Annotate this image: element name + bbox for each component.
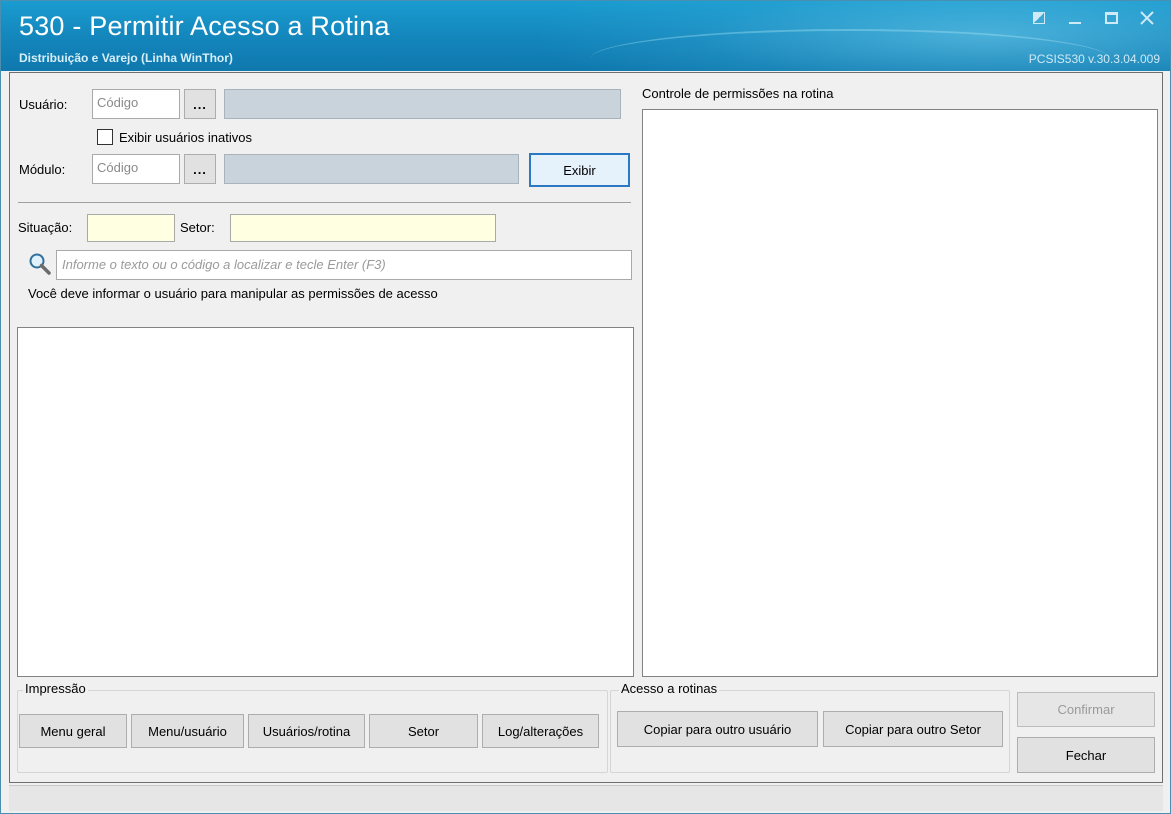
maximize-icon	[1104, 12, 1118, 24]
situacao-input[interactable]	[87, 214, 175, 242]
divider	[18, 202, 631, 203]
access-group-title: Acesso a rotinas	[619, 681, 720, 696]
print-menu-geral-button[interactable]: Menu geral	[19, 714, 127, 748]
print-log-label: Log/alterações	[497, 723, 584, 739]
print-setor-label: Setor	[407, 723, 440, 739]
user-label: Usuário:	[19, 97, 68, 112]
print-menu-geral-label: Menu geral	[40, 723, 106, 739]
setor-label: Setor:	[180, 220, 215, 235]
user-code-input[interactable]: Código	[92, 89, 180, 119]
print-menu-usuario-label: Menu/usuário	[148, 723, 227, 739]
copy-to-user-button[interactable]: Copiar para outro usuário	[617, 711, 818, 747]
window-controls	[1030, 9, 1156, 27]
close-button[interactable]: Fechar	[1017, 737, 1155, 773]
print-usuarios-rotina-label: Usuários/rotina	[262, 723, 351, 739]
module-description-field	[224, 154, 519, 184]
show-inactive-checkbox[interactable]	[97, 129, 113, 145]
routines-list-panel[interactable]	[17, 327, 634, 677]
app-window: 530 - Permitir Acesso a Rotina Distribui…	[0, 0, 1171, 814]
copy-to-sector-label: Copiar para outro Setor	[845, 721, 981, 737]
module-label: Módulo:	[19, 162, 66, 177]
copy-to-user-label: Copiar para outro usuário	[643, 721, 792, 737]
search-input[interactable]: Informe o texto ou o código a localizar …	[56, 250, 632, 280]
maximize-button[interactable]	[1102, 9, 1120, 27]
version-label: PCSIS530 v.30.3.04.009	[1028, 52, 1160, 66]
confirm-button[interactable]: Confirmar	[1017, 692, 1155, 727]
print-setor-button[interactable]: Setor	[369, 714, 478, 748]
module-lookup-button[interactable]: ...	[184, 154, 216, 184]
title-bar[interactable]: 530 - Permitir Acesso a Rotina Distribui…	[1, 1, 1170, 71]
print-menu-usuario-button[interactable]: Menu/usuário	[131, 714, 244, 748]
setor-input[interactable]	[230, 214, 496, 242]
show-button-label: Exibir	[563, 162, 596, 178]
info-message: Você deve informar o usuário para manipu…	[28, 286, 438, 301]
close-window-button[interactable]	[1138, 9, 1156, 27]
minimize-icon	[1069, 22, 1081, 24]
search-icon[interactable]	[28, 252, 52, 276]
permissions-panel[interactable]	[642, 109, 1158, 677]
close-label: Fechar	[1065, 747, 1107, 763]
status-bar	[9, 785, 1163, 811]
window-title: 530 - Permitir Acesso a Rotina	[19, 11, 390, 41]
print-group-title: Impressão	[23, 681, 88, 696]
confirm-label: Confirmar	[1057, 702, 1115, 717]
print-usuarios-rotina-button[interactable]: Usuários/rotina	[248, 714, 365, 748]
close-icon	[1140, 11, 1154, 25]
module-code-input[interactable]: Código	[92, 154, 180, 184]
print-log-button[interactable]: Log/alterações	[482, 714, 599, 748]
show-button[interactable]: Exibir	[529, 153, 630, 187]
copy-to-sector-button[interactable]: Copiar para outro Setor	[823, 711, 1003, 747]
user-description-field	[224, 89, 621, 119]
situacao-label: Situação:	[18, 220, 73, 235]
minimize-button[interactable]	[1066, 9, 1084, 27]
main-content: Usuário: Código ... Exibir usuários inat…	[9, 72, 1163, 783]
restore-window-button[interactable]	[1030, 9, 1048, 27]
restore-icon	[1033, 12, 1045, 24]
user-lookup-button[interactable]: ...	[184, 89, 216, 119]
window-subtitle: Distribuição e Varejo (Linha WinThor)	[19, 51, 233, 65]
show-inactive-label: Exibir usuários inativos	[119, 130, 252, 145]
permissions-title: Controle de permissões na rotina	[642, 86, 834, 101]
